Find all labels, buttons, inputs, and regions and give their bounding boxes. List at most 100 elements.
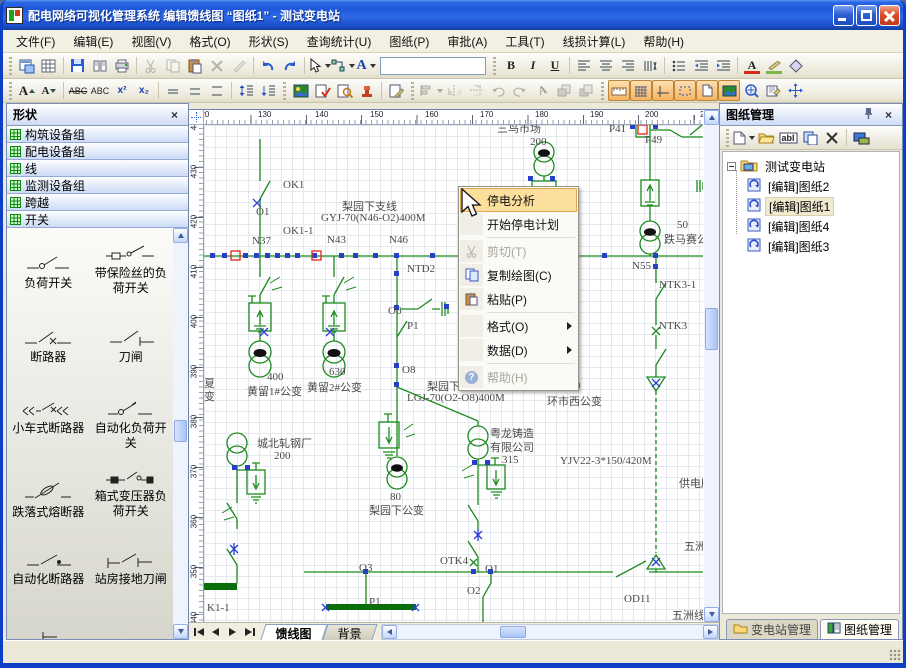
canvas-hscrollbar[interactable] xyxy=(381,624,719,640)
pointer-tool-button[interactable] xyxy=(308,55,331,76)
menu-item[interactable]: 工具(T) xyxy=(496,30,553,53)
tree-root-row[interactable]: 测试变电站 xyxy=(727,157,828,175)
preview-button[interactable] xyxy=(89,55,111,76)
increase-indent-button[interactable] xyxy=(712,55,734,76)
underline-button[interactable]: U xyxy=(544,55,566,76)
shape-group-item[interactable]: 跨越 xyxy=(7,194,188,211)
abc-button[interactable]: ABC xyxy=(89,80,111,101)
shape-item[interactable]: 自动化断路器 xyxy=(7,526,90,593)
tree-row[interactable]: [编辑]图纸3 xyxy=(747,237,832,255)
grid-toggle[interactable] xyxy=(630,80,652,101)
connector-tool-button[interactable] xyxy=(331,55,355,76)
toolbar-grip[interactable] xyxy=(9,82,12,100)
tree-row-selected[interactable]: [编辑]图纸1 xyxy=(747,197,834,215)
shape-group-item[interactable]: 配电设备组 xyxy=(7,143,188,160)
search-input[interactable] xyxy=(380,57,486,75)
align-shapes-button[interactable] xyxy=(418,80,443,101)
new-sheet-button[interactable] xyxy=(733,127,755,148)
close-button[interactable] xyxy=(879,5,900,26)
cut-button[interactable] xyxy=(140,55,162,76)
collapse-icon[interactable] xyxy=(727,162,736,171)
background-image-toggle[interactable] xyxy=(718,80,740,101)
redo-button[interactable] xyxy=(279,55,301,76)
open-sheet-button[interactable] xyxy=(755,127,777,148)
minimize-button[interactable] xyxy=(833,5,854,26)
title-bar[interactable]: 配电网络可视化管理系统 编辑馈线图 “图纸1” - 测试变电站 xyxy=(0,0,906,30)
line-spacing-3-button[interactable] xyxy=(206,80,228,101)
tree-row[interactable]: [编辑]图纸4 xyxy=(747,217,832,235)
decrease-indent-button[interactable] xyxy=(690,55,712,76)
superscript-button[interactable]: x² xyxy=(111,80,133,101)
menu-item[interactable]: 格式(O) xyxy=(180,30,239,53)
shape-item[interactable]: 箱式变压器负荷开关 xyxy=(90,457,173,526)
font-color-button[interactable]: A xyxy=(741,55,763,76)
tree-row[interactable]: [编辑]图纸2 xyxy=(747,177,832,195)
italic-button[interactable]: I xyxy=(522,55,544,76)
menu-item-copy-drawing[interactable]: 复制绘图(C) xyxy=(460,263,577,287)
scrollbar-thumb[interactable] xyxy=(705,308,718,350)
menu-item-data[interactable]: 数据(D) xyxy=(460,338,577,362)
edit-note-button[interactable] xyxy=(385,80,407,101)
last-sheet-button[interactable] xyxy=(242,624,257,639)
menu-item[interactable]: 形状(S) xyxy=(240,30,298,53)
menu-item[interactable]: 编辑(E) xyxy=(64,30,122,53)
ruler-toggle[interactable] xyxy=(608,80,630,101)
toolbar-grip[interactable] xyxy=(411,82,414,100)
move-shape-button[interactable] xyxy=(784,80,806,101)
menu-item[interactable]: 图纸(P) xyxy=(380,30,438,53)
tab-substation-manage[interactable]: 变电站管理 xyxy=(726,619,818,639)
first-sheet-button[interactable] xyxy=(191,624,206,639)
shape-item[interactable]: 副柜 xyxy=(7,593,90,639)
scroll-left-button[interactable] xyxy=(382,625,397,639)
drawings-panel-close-icon[interactable]: × xyxy=(881,108,896,122)
line-spacing-2-button[interactable] xyxy=(184,80,206,101)
rename-sheet-button[interactable]: abl xyxy=(777,127,799,148)
align-center-button[interactable] xyxy=(595,55,617,76)
page-break-toggle[interactable] xyxy=(696,80,718,101)
bullet-list-button[interactable] xyxy=(668,55,690,76)
toolbar-grip[interactable] xyxy=(9,57,12,75)
copy-button[interactable] xyxy=(162,55,184,76)
space-after-button[interactable] xyxy=(257,80,279,101)
shape-item[interactable]: 跌落式熔断器 xyxy=(7,457,90,526)
flip-horizontal-button[interactable] xyxy=(443,80,465,101)
shape-item[interactable]: 带保险丝的负荷开关 xyxy=(90,232,173,302)
format-painter-button[interactable] xyxy=(228,55,250,76)
pin-icon[interactable] xyxy=(864,107,873,123)
menu-item[interactable]: 查询统计(U) xyxy=(298,30,381,53)
menu-item[interactable]: 审批(A) xyxy=(438,30,496,53)
copy-sheet-button[interactable] xyxy=(799,127,821,148)
toolbar-grip[interactable] xyxy=(726,129,729,147)
export-sheet-button[interactable] xyxy=(850,127,872,148)
paste-button[interactable] xyxy=(184,55,206,76)
prev-sheet-button[interactable] xyxy=(208,624,223,639)
send-to-back-button[interactable] xyxy=(575,80,597,101)
shape-group-item[interactable]: 线 xyxy=(7,160,188,177)
save-button[interactable] xyxy=(67,55,89,76)
shape-item[interactable]: 站房接地刀闸 xyxy=(90,526,173,593)
strikethrough-button[interactable]: ABC xyxy=(67,80,89,101)
shrink-font-button[interactable]: A xyxy=(38,80,60,101)
scroll-right-button[interactable] xyxy=(703,625,718,639)
zoom-pan-button[interactable] xyxy=(740,80,762,101)
menu-item[interactable]: 视图(V) xyxy=(122,30,180,53)
scroll-down-button[interactable] xyxy=(173,624,188,639)
scroll-down-button[interactable] xyxy=(704,607,719,622)
align-right-button[interactable] xyxy=(617,55,639,76)
space-before-button[interactable] xyxy=(235,80,257,101)
tab-drawings-manage[interactable]: 图纸管理 xyxy=(820,619,899,639)
shapes-panel-close-icon[interactable]: × xyxy=(167,108,182,122)
print-button[interactable] xyxy=(111,55,133,76)
sheet-tab-background[interactable]: 背景 xyxy=(322,624,377,640)
shape-item[interactable]: 刀闸 xyxy=(90,302,173,371)
rotate-left-button[interactable] xyxy=(487,80,509,101)
table-button[interactable] xyxy=(38,55,60,76)
shape-item[interactable]: 小车式断路器 xyxy=(7,371,90,457)
stamp-button[interactable] xyxy=(356,80,378,101)
scroll-up-button[interactable] xyxy=(704,110,719,125)
shape-item[interactable]: 自动化负荷开关 xyxy=(90,371,173,457)
bring-to-front-button[interactable] xyxy=(553,80,575,101)
menu-item-help[interactable]: ? 帮助(H) xyxy=(460,365,577,389)
undo-button[interactable] xyxy=(257,55,279,76)
delete-button[interactable] xyxy=(206,55,228,76)
